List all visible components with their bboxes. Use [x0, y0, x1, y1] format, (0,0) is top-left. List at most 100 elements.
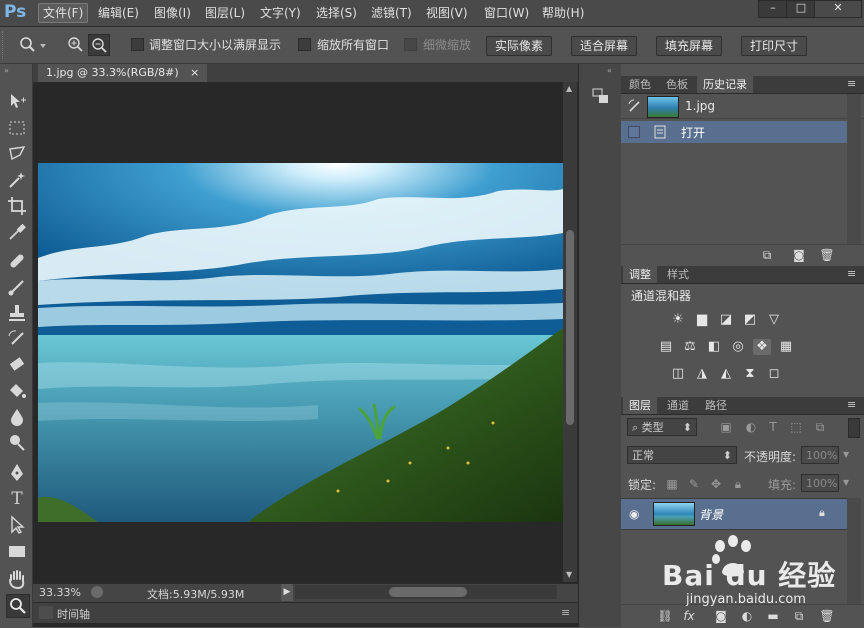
vibrance-icon[interactable]: ▽	[765, 312, 783, 328]
menu-edit[interactable]: 编辑(E)	[94, 4, 143, 22]
status-info-icon[interactable]	[91, 586, 103, 598]
expand-panels-icon[interactable]: «	[607, 66, 612, 75]
lock-transparent-pixels-icon[interactable]: ▦	[664, 477, 680, 491]
menu-type[interactable]: 文字(Y)	[256, 4, 305, 22]
filter-shape-layers-icon[interactable]: ⬚	[788, 420, 804, 434]
fill-dropdown-arrow-icon[interactable]: ▼	[843, 478, 849, 487]
gradient-map-icon[interactable]: ⧗	[741, 366, 759, 382]
collapse-arrows-icon[interactable]: »	[4, 66, 9, 75]
tab-channels[interactable]: 通道	[661, 397, 695, 414]
history-scrollbar[interactable]	[847, 94, 861, 244]
history-panel-menu-icon[interactable]: ≡	[847, 77, 856, 90]
options-grip[interactable]	[2, 31, 7, 59]
pen-tool-icon[interactable]	[6, 462, 28, 484]
horizontal-scroll-thumb[interactable]	[389, 587, 467, 597]
minimize-button[interactable]: –	[758, 0, 788, 18]
dodge-tool-icon[interactable]	[6, 432, 28, 454]
history-snapshot-row[interactable]: 1.jpg	[621, 94, 864, 119]
tab-color[interactable]: 颜色	[623, 76, 657, 93]
print-size-button[interactable]: 打印尺寸	[741, 36, 808, 56]
scroll-down-arrow-icon[interactable]: ▼	[566, 570, 572, 579]
color-balance-icon[interactable]: ⚖	[681, 339, 699, 355]
invert-icon[interactable]: ◫	[669, 366, 687, 382]
menu-filter[interactable]: 滤镜(T)	[367, 4, 416, 22]
maximize-button[interactable]: □	[786, 0, 816, 18]
hue-saturation-icon[interactable]: ▤	[657, 339, 675, 355]
brush-tool-icon[interactable]	[6, 276, 28, 298]
menu-layer[interactable]: 图层(L)	[201, 4, 249, 22]
clone-stamp-tool-icon[interactable]	[6, 302, 28, 324]
menu-file[interactable]: 文件(F)	[38, 3, 89, 23]
tab-paths[interactable]: 路径	[699, 397, 733, 414]
fit-screen-button[interactable]: 适合屏幕	[571, 36, 638, 56]
history-item-open[interactable]: 打开	[621, 121, 847, 143]
color-lookup-icon[interactable]: ▦	[777, 339, 795, 355]
tab-swatches[interactable]: 色板	[660, 76, 694, 93]
levels-icon[interactable]: ▆	[693, 312, 711, 328]
hand-tool-icon[interactable]	[6, 568, 28, 590]
vertical-scroll-thumb[interactable]	[566, 230, 574, 425]
eraser-tool-icon[interactable]	[6, 354, 28, 376]
blend-mode-select[interactable]: 正常 ⬍	[627, 446, 737, 464]
lasso-tool-icon[interactable]	[6, 143, 28, 165]
opacity-input[interactable]: 100%	[801, 446, 839, 464]
document-tab[interactable]: 1.jpg @ 33.3%(RGB/8#) ×	[38, 64, 208, 82]
filter-smart-objects-icon[interactable]: ⧉	[812, 420, 828, 434]
tab-close-icon[interactable]: ×	[190, 66, 199, 79]
menu-select[interactable]: 选择(S)	[312, 4, 361, 22]
status-menu-arrow-icon[interactable]: ▶	[281, 584, 293, 601]
threshold-icon[interactable]: ◭	[717, 366, 735, 382]
info-panel-icon[interactable]	[591, 86, 611, 106]
tab-history[interactable]: 历史记录	[697, 76, 753, 93]
eyedropper-tool-icon[interactable]	[6, 221, 28, 243]
image-canvas[interactable]	[38, 163, 563, 522]
tab-layers[interactable]: 图层	[623, 397, 657, 414]
new-document-from-state-icon[interactable]: ⧉	[759, 248, 775, 262]
magic-wand-tool-icon[interactable]	[6, 169, 28, 191]
scrubby-zoom-checkbox[interactable]	[404, 38, 417, 51]
black-white-icon[interactable]: ◧	[705, 339, 723, 355]
lock-position-icon[interactable]: ✥	[708, 477, 724, 491]
selective-color-icon[interactable]: ◻	[765, 366, 783, 382]
layers-panel-menu-icon[interactable]: ≡	[847, 398, 856, 411]
history-brush-source-icon[interactable]	[627, 98, 643, 114]
zoom-tool-active-icon[interactable]	[6, 594, 30, 618]
zoom-tool-icon[interactable]	[18, 36, 48, 54]
zoom-in-icon[interactable]	[66, 35, 84, 55]
fill-input[interactable]: 100%	[801, 474, 839, 492]
posterize-icon[interactable]: ◮	[693, 366, 711, 382]
timeline-grip[interactable]	[39, 606, 53, 619]
rectangle-tool-icon[interactable]	[6, 540, 28, 562]
new-snapshot-camera-icon[interactable]: ◙	[791, 248, 807, 262]
lock-all-icon[interactable]: 🔒︎	[730, 477, 746, 491]
menu-help[interactable]: 帮助(H)	[538, 4, 588, 22]
delete-state-trash-icon[interactable]: 🗑	[819, 248, 835, 262]
type-tool-icon[interactable]: T	[6, 488, 28, 510]
tab-adjustments[interactable]: 调整	[623, 266, 657, 283]
filter-type-layers-icon[interactable]: T	[765, 420, 781, 434]
brightness-contrast-icon[interactable]: ☀	[669, 312, 687, 328]
layer-row-background[interactable]: ◉ 背景 🔒︎	[621, 498, 847, 530]
filter-pixel-layers-icon[interactable]: ▣	[718, 420, 734, 434]
timeline-label[interactable]: 时间轴	[57, 606, 90, 622]
adjustments-panel-menu-icon[interactable]: ≡	[847, 267, 856, 280]
paint-bucket-tool-icon[interactable]	[6, 380, 28, 402]
history-brush-tool-icon[interactable]	[6, 328, 28, 350]
channel-mixer-icon[interactable]: ❖	[753, 339, 771, 355]
lock-image-pixels-icon[interactable]: ✎	[686, 477, 702, 491]
blur-tool-icon[interactable]	[6, 406, 28, 428]
scroll-up-arrow-icon[interactable]: ▲	[566, 84, 572, 93]
opacity-dropdown-arrow-icon[interactable]: ▼	[843, 450, 849, 459]
crop-tool-icon[interactable]	[6, 195, 28, 217]
filter-adjustment-layers-icon[interactable]: ◐	[743, 420, 759, 434]
move-tool-icon[interactable]	[6, 90, 28, 112]
zoom-level[interactable]: 33.33%	[39, 586, 81, 599]
fill-screen-button[interactable]: 填充屏幕	[656, 36, 723, 56]
zoom-all-checkbox[interactable]	[298, 38, 311, 51]
resize-windows-checkbox[interactable]	[131, 38, 144, 51]
close-button[interactable]: ✕	[814, 0, 862, 18]
menu-view[interactable]: 视图(V)	[422, 4, 472, 22]
marquee-tool-icon[interactable]	[6, 117, 28, 139]
timeline-menu-icon[interactable]: ≡	[561, 606, 570, 619]
healing-brush-tool-icon[interactable]	[6, 250, 28, 272]
